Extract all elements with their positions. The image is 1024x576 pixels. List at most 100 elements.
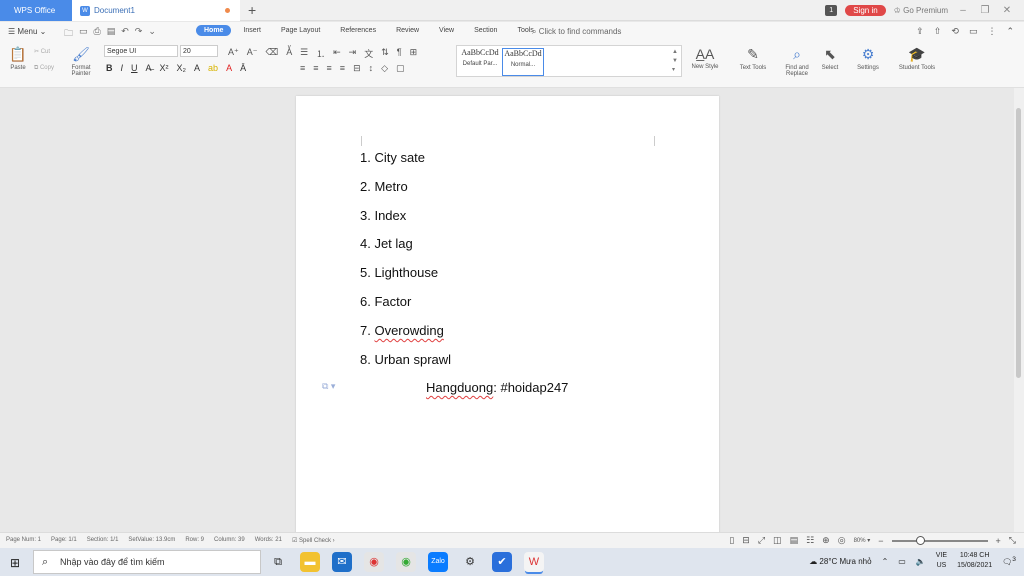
line-spacing-icon[interactable]: ↕ (369, 63, 374, 74)
tab-wps-office[interactable]: WPS Office (0, 0, 72, 21)
clear-format-icon[interactable]: ⌫ (266, 47, 279, 58)
notifications-icon[interactable]: 🗨3 (1002, 556, 1016, 567)
windows-start-icon[interactable]: ⊞ (10, 556, 20, 570)
fit-page-icon[interactable]: ⤡ (1009, 535, 1016, 546)
fullscreen-icon[interactable]: ⤢ (758, 535, 765, 546)
menu-button[interactable]: ☰ Menu ⌄ (8, 27, 46, 36)
show-marks-icon[interactable]: ¶ (397, 47, 402, 60)
zoom-slider[interactable] (891, 535, 988, 545)
decrease-indent-icon[interactable]: ⇤ (333, 47, 341, 60)
strikethrough-icon[interactable]: A̶ (146, 63, 152, 73)
text-tools-button[interactable]: ✎ Text Tools (734, 46, 772, 71)
style-normal[interactable]: AaBbCcDd Normal... (502, 48, 544, 76)
chrome-icon[interactable]: ◉ (364, 552, 384, 572)
zoom-in-icon[interactable]: + (996, 536, 1001, 546)
mail-icon[interactable]: ✉ (332, 552, 352, 572)
web-layout-icon[interactable]: ☷ (806, 535, 814, 546)
tab-references[interactable]: References (332, 25, 384, 36)
reading-mode-icon[interactable]: ▯ (729, 535, 734, 546)
settings-gear-icon[interactable]: ⚙ (460, 552, 480, 572)
status-words[interactable]: Words: 21 (255, 537, 282, 544)
char-shading-icon[interactable]: Ā (240, 63, 246, 73)
align-left-icon[interactable]: ≡ (300, 63, 305, 74)
table-icon[interactable]: ⊞ (410, 47, 418, 60)
close-icon[interactable]: ✕ (1000, 5, 1014, 16)
taskbar-search-input[interactable]: ⌕ Nhập vào đây để tìm kiếm (33, 550, 261, 574)
customize-icon[interactable]: ⌄ (148, 26, 156, 42)
vscode-icon[interactable]: ✔ (492, 552, 512, 572)
font-color-icon[interactable]: A (226, 63, 232, 73)
highlight-icon[interactable]: ab (208, 63, 218, 73)
cut-button[interactable]: ✂ Cut (34, 48, 62, 55)
new-style-button[interactable]: A̲A New Style (686, 46, 724, 70)
paste-options-icon[interactable]: ⧉ ▾ (322, 381, 335, 392)
go-premium-button[interactable]: ♔ Go Premium (894, 6, 948, 15)
zoom-slider-knob[interactable] (915, 535, 925, 545)
eye-protect-icon[interactable]: ◎ (838, 535, 846, 546)
numbering-icon[interactable]: ⒈ (316, 47, 325, 60)
globe-icon[interactable]: ⊕ (822, 535, 830, 546)
show-hidden-icons-icon[interactable]: ⌃ (882, 557, 889, 566)
print-icon[interactable]: ⎙ (94, 26, 101, 42)
clock[interactable]: 10:48 CH 15/08/2021 (957, 551, 992, 571)
preview-icon[interactable]: ▤ (107, 26, 116, 42)
increase-indent-icon[interactable]: ⇥ (349, 47, 357, 60)
spell-check-button[interactable]: ☑ Spell Check › (292, 537, 335, 544)
bold-icon[interactable]: B (106, 63, 113, 73)
sign-in-button[interactable]: Sign in (845, 5, 886, 16)
shading-icon[interactable]: ◇ (381, 63, 388, 74)
document-page[interactable]: 1. City sate 2. Metro 3. Index 4. Jet la… (296, 96, 719, 536)
shrink-font-icon[interactable]: A⁻ (247, 47, 258, 58)
undo-icon[interactable]: ↶ (121, 26, 129, 42)
settings-button[interactable]: ⚙ Settings (852, 46, 884, 71)
share-icon[interactable]: ⇧ (934, 26, 942, 37)
chinese-layout-icon[interactable]: 文 (364, 47, 373, 60)
collapse-ribbon-icon[interactable]: ⌃ (1006, 26, 1014, 37)
sync-icon[interactable]: ⇪ (916, 26, 924, 37)
superscript-icon[interactable]: X² (160, 63, 169, 73)
open-icon[interactable]: 🗀 (64, 26, 73, 42)
outline-icon[interactable]: ⊟ (742, 535, 750, 546)
find-replace-button[interactable]: ⌕ Find and Replace (780, 46, 814, 77)
volume-icon[interactable]: 🔈 (916, 557, 926, 566)
tab-document1[interactable]: W Document1 (72, 0, 240, 21)
style-default-paragraph[interactable]: AaBbCcDd Default Par... (459, 48, 501, 76)
weather-widget[interactable]: ☁ 28°C Mưa nhỏ (809, 557, 871, 566)
grow-font-icon[interactable]: A⁺ (228, 47, 239, 58)
align-right-icon[interactable]: ≡ (327, 63, 332, 74)
zoom-level[interactable]: 80% ▾ (854, 537, 871, 544)
tab-home[interactable]: Home (196, 25, 232, 36)
window-count-badge[interactable]: 1 (825, 5, 838, 16)
student-tools-button[interactable]: 🎓 Student Tools (894, 46, 940, 71)
bullets-icon[interactable]: ☰ (300, 47, 308, 60)
status-section[interactable]: Section: 1/1 (87, 537, 119, 544)
tab-insert[interactable]: Insert (235, 25, 269, 36)
new-tab-button[interactable]: + (248, 2, 256, 18)
language-indicator[interactable]: VIE US (936, 551, 947, 571)
zoom-out-icon[interactable]: − (878, 536, 883, 546)
format-painter-button[interactable]: 🖌 Format Painter (66, 46, 96, 77)
tab-review[interactable]: Review (388, 25, 427, 36)
pinyin-icon[interactable]: Aͮ (286, 47, 292, 58)
status-page-num[interactable]: Page Num: 1 (6, 537, 41, 544)
justify-icon[interactable]: ≡ (340, 63, 345, 74)
status-setvalue[interactable]: SetValue: 13.9cm (128, 537, 175, 544)
scrollbar-thumb[interactable] (1016, 108, 1021, 378)
underline-icon[interactable]: U (131, 63, 138, 73)
history-icon[interactable]: ⟲ (951, 26, 959, 37)
save-icon[interactable]: ▭ (79, 26, 88, 42)
vertical-scrollbar[interactable] (1014, 88, 1024, 532)
italic-icon[interactable]: I (121, 63, 124, 73)
status-row[interactable]: Row: 9 (185, 537, 204, 544)
font-name-select[interactable]: Segoe UI (104, 45, 178, 57)
font-size-select[interactable]: 20 (180, 45, 218, 57)
text-effect-icon[interactable]: A (194, 63, 200, 73)
borders-icon[interactable]: ▢ (396, 63, 405, 74)
status-page[interactable]: Page: 1/1 (51, 537, 77, 544)
file-explorer-icon[interactable]: ▬ (300, 552, 320, 572)
misspelled-word[interactable]: Overowding (374, 323, 443, 338)
tab-section[interactable]: Section (466, 25, 505, 36)
styles-scroll[interactable]: ▲ ▼ ▾ (672, 48, 678, 75)
align-center-icon[interactable]: ≡ (313, 63, 318, 74)
battery-icon[interactable]: ▭ (898, 557, 906, 566)
